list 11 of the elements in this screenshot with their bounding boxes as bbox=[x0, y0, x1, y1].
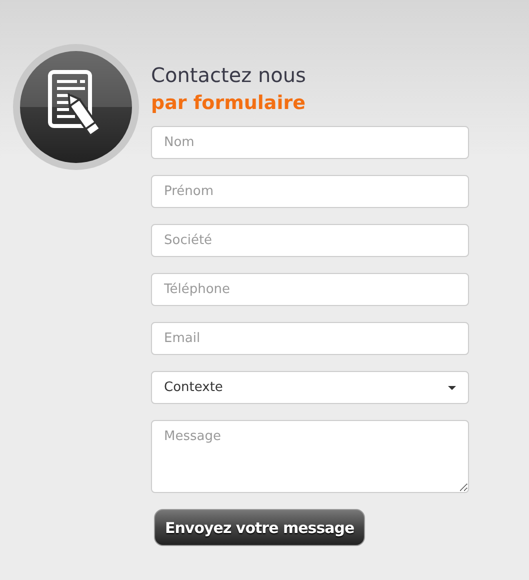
dropdown[interactable]: Contexte bbox=[151, 371, 469, 404]
input-field[interactable]: Société bbox=[151, 224, 469, 257]
caret-icon bbox=[448, 386, 456, 390]
message-field[interactable]: Message bbox=[151, 420, 469, 493]
input-field[interactable]: Email bbox=[151, 322, 469, 355]
form-subtitle: par formulaire bbox=[151, 91, 307, 116]
input-field[interactable]: Prénom bbox=[151, 175, 469, 208]
input-field[interactable]: Nom bbox=[151, 126, 469, 159]
send-button[interactable]: Envoyez votre message bbox=[154, 509, 366, 546]
form-title: Contactez nous bbox=[151, 62, 307, 88]
input-field[interactable]: Téléphone bbox=[151, 273, 469, 306]
